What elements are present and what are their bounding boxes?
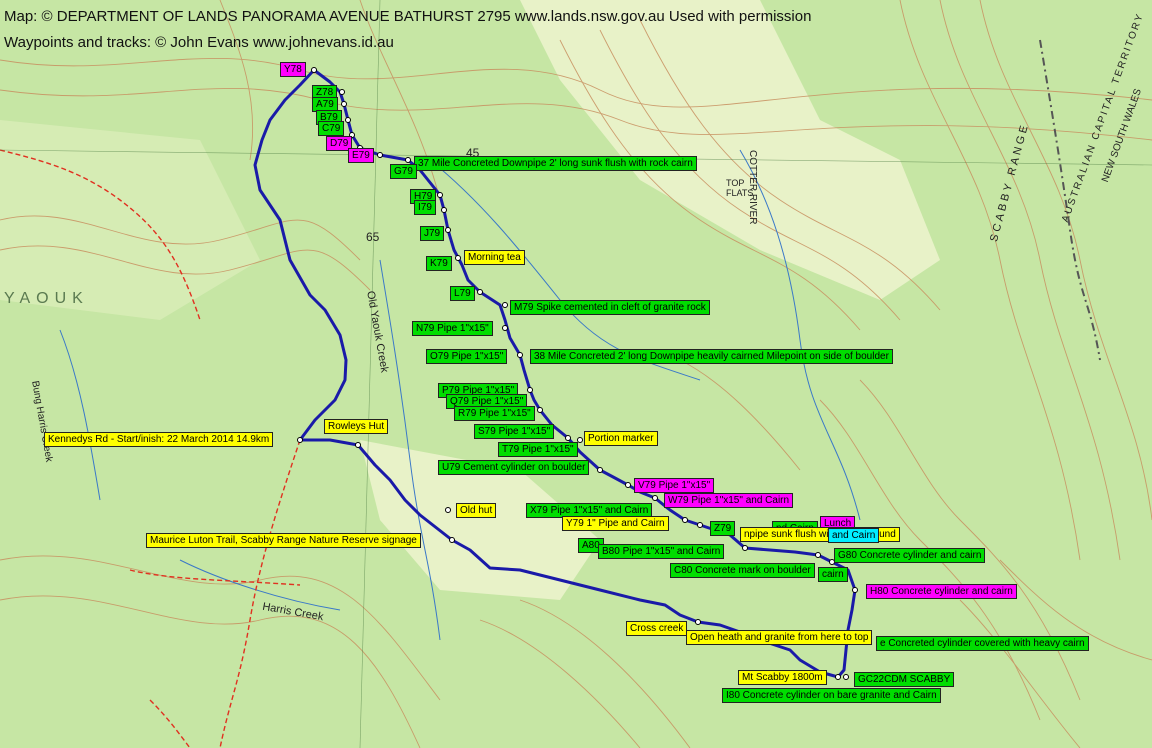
waypoint-k79[interactable]: K79 xyxy=(426,256,452,271)
waypoint-rowleys-hut[interactable]: Rowleys Hut xyxy=(324,419,389,434)
waypoint-n79[interactable]: N79 Pipe 1"x15" xyxy=(412,321,493,336)
waypoint-t79[interactable]: T79 Pipe 1"x15" xyxy=(498,442,578,457)
waypoint-i79[interactable]: I79 xyxy=(414,200,436,215)
waypoint-g79[interactable]: G79 xyxy=(390,164,417,179)
waypoint-y79[interactable]: Y79 1" Pipe and Cairn xyxy=(562,516,669,531)
waypoint-kennedys-rd[interactable]: Kennedys Rd - Start/inish: 22 March 2014… xyxy=(44,432,274,447)
waypoint-s79[interactable]: S79 Pipe 1"x15" xyxy=(474,424,555,439)
waypoint-h80[interactable]: H80 Concrete cylinder and cairn xyxy=(866,584,1017,599)
waypoint-mt-scabby[interactable]: Mt Scabby 1800m xyxy=(738,670,827,685)
map-credit: Map: © DEPARTMENT OF LANDS PANORAMA AVEN… xyxy=(4,8,812,25)
waypoint-concreted-cylinder[interactable]: e Concreted cylinder covered with heavy … xyxy=(876,636,1089,651)
waypoint-w79[interactable]: W79 Pipe 1"x15" and Cairn xyxy=(664,493,794,508)
waypoint-c79[interactable]: C79 xyxy=(318,121,345,136)
waypoint-f79[interactable]: 37 Mile Concreted Downpipe 2' long sunk … xyxy=(414,156,697,171)
waypoint-i80[interactable]: I80 Concrete cylinder on bare granite an… xyxy=(722,688,941,703)
waypoint-j79[interactable]: J79 xyxy=(420,226,445,241)
grid-number-65: 65 xyxy=(366,230,380,244)
waypoint-o79[interactable]: O79 Pipe 1"x15" xyxy=(426,349,508,364)
waypoint-open-heath[interactable]: Open heath and granite from here to top xyxy=(686,630,873,645)
waypoint-m79[interactable]: M79 Spike cemented in cleft of granite r… xyxy=(510,300,710,315)
top-flats-label: TOP FLATS xyxy=(726,178,754,198)
waypoint-cross-creek[interactable]: Cross creek xyxy=(626,621,688,636)
waypoint-y78[interactable]: Y78 xyxy=(280,62,306,77)
waypoint-c80[interactable]: C80 Concrete mark on boulder xyxy=(670,563,815,578)
waypoint-morning-tea[interactable]: Morning tea xyxy=(464,250,525,265)
waypoint-g80[interactable]: G80 Concrete cylinder and cairn xyxy=(834,548,986,563)
yaouk-label: YAOUK xyxy=(4,290,89,307)
waypoint-v79[interactable]: V79 Pipe 1"x15" xyxy=(634,478,715,493)
waypoint-e79[interactable]: E79 xyxy=(348,148,374,163)
waypoint-z79[interactable]: Z79 xyxy=(710,521,736,536)
waypoint-r79[interactable]: R79 Pipe 1"x15" xyxy=(454,406,535,421)
waypoint-and-cairn-2[interactable]: and Cairn xyxy=(828,528,880,543)
waypoint-portion-marker[interactable]: Portion marker xyxy=(584,431,658,446)
waypoint-gc22cdm[interactable]: GC22CDM SCABBY xyxy=(854,672,955,687)
waypoint-b80[interactable]: B80 Pipe 1"x15" and Cairn xyxy=(598,544,725,559)
waypoint-old-hut[interactable]: Old hut xyxy=(456,503,497,518)
waypoint-p79-milepoint[interactable]: 38 Mile Concreted 2' long Downpipe heavi… xyxy=(530,349,893,364)
waypoint-cairn[interactable]: cairn xyxy=(818,567,848,582)
waypoint-maurice-luton-trail[interactable]: Maurice Luton Trail, Scabby Range Nature… xyxy=(146,533,421,548)
waypoint-u79[interactable]: U79 Cement cylinder on boulder xyxy=(438,460,590,475)
track-credit: Waypoints and tracks: © John Evans www.j… xyxy=(4,34,394,51)
waypoint-l79[interactable]: L79 xyxy=(450,286,475,301)
